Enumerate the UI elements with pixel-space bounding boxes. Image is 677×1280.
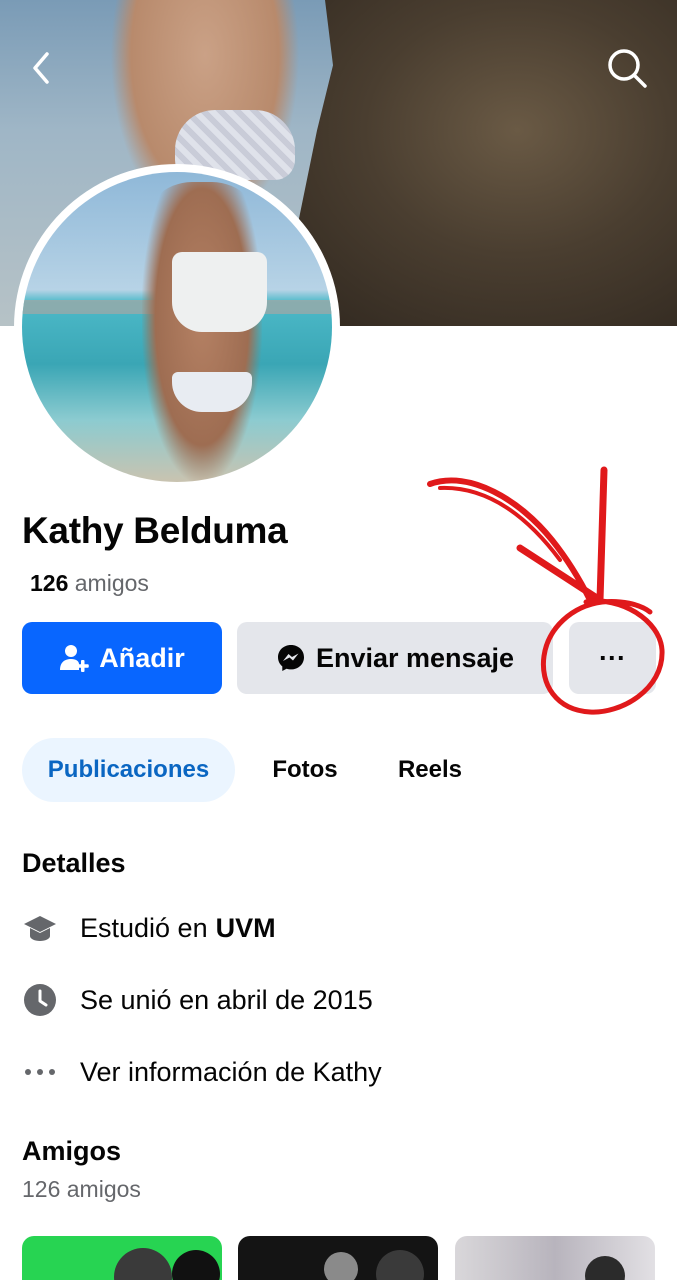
detail-joined: Se unió en abril de 2015 <box>22 980 373 1020</box>
chevron-left-icon <box>33 52 49 84</box>
search-button[interactable] <box>599 40 655 96</box>
avatar-figure <box>142 182 262 482</box>
tab-publicaciones[interactable]: Publicaciones <box>22 738 235 802</box>
avatar-image <box>22 172 332 482</box>
friend-avatar <box>114 1248 172 1280</box>
tab-fotos[interactable]: Fotos <box>250 738 360 802</box>
friend-avatar-secondary <box>376 1250 424 1280</box>
detail-more-info[interactable]: Ver información de Kathy <box>22 1052 382 1092</box>
add-friend-label: Añadir <box>99 642 185 673</box>
graduation-cap-icon <box>22 910 58 946</box>
friends-count-number: 126 <box>30 570 69 596</box>
friend-avatar-secondary <box>172 1250 220 1280</box>
search-icon <box>608 49 647 88</box>
messenger-icon <box>277 645 304 671</box>
friends-count[interactable]: 126 amigos <box>30 570 149 597</box>
send-message-label: Enviar mensaje <box>315 642 515 673</box>
detail-education: Estudió en UVM <box>22 908 276 948</box>
friends-title: Amigos <box>22 1136 122 1166</box>
detail-more-info-text: Ver información de Kathy <box>80 1056 382 1087</box>
friend-avatar <box>324 1252 358 1280</box>
dots-icon <box>22 1054 58 1090</box>
send-message-button[interactable]: Enviar mensaje <box>237 622 553 694</box>
friend-thumbnail[interactable] <box>238 1236 438 1280</box>
add-friend-icon <box>60 645 89 672</box>
more-options-label: ··· <box>599 642 626 673</box>
clock-icon <box>22 982 58 1018</box>
friends-subtitle[interactable]: 126 amigos <box>22 1176 141 1203</box>
friends-count-label: amigos <box>74 570 149 596</box>
friend-thumbnail[interactable] <box>455 1236 655 1280</box>
tab-reels[interactable]: Reels <box>380 738 480 802</box>
profile-avatar[interactable] <box>14 164 340 490</box>
friend-thumbnail[interactable] <box>22 1236 222 1280</box>
details-title: Detalles <box>22 848 126 878</box>
detail-education-school[interactable]: UVM <box>216 913 276 944</box>
detail-education-prefix: Estudió en <box>80 912 208 943</box>
back-button[interactable] <box>14 40 70 96</box>
friend-avatar <box>585 1256 625 1280</box>
profile-name: Kathy Belduma <box>22 510 288 551</box>
add-friend-button[interactable]: Añadir <box>22 622 222 694</box>
detail-joined-text: Se unió en abril de 2015 <box>80 984 373 1015</box>
avatar-bottom <box>172 372 252 412</box>
avatar-shirt <box>172 252 267 332</box>
more-options-button[interactable]: ··· <box>569 622 656 694</box>
